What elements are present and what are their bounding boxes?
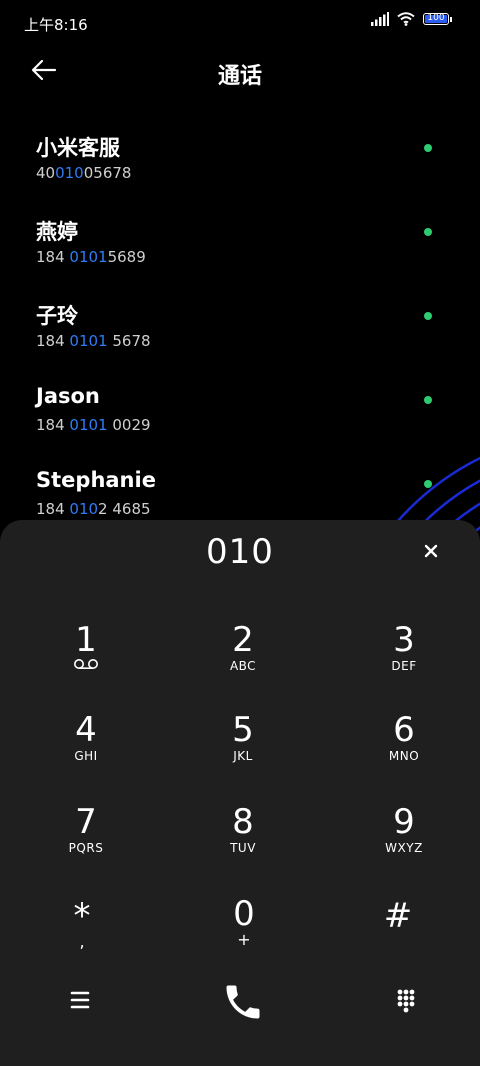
key-digit: 9: [393, 802, 415, 842]
battery-icon: 100: [423, 13, 452, 25]
contact-number: 184 0101 5678: [36, 332, 151, 350]
online-dot: [424, 396, 432, 404]
contact-number: 4001005678: [36, 164, 131, 182]
contact-number: 184 0101 0029: [36, 416, 151, 434]
contact-name: Jason: [36, 384, 100, 408]
number-match: 010: [69, 500, 99, 518]
key-digit: *: [73, 896, 91, 936]
battery-body: 100: [423, 13, 449, 25]
online-dot: [424, 480, 432, 488]
number-match: 0101: [69, 248, 108, 266]
page-title: 通话: [217, 64, 262, 89]
key-digit: 8: [232, 802, 254, 842]
key-digit: 2: [232, 620, 254, 660]
number-match: 0101: [69, 332, 108, 350]
key-hash[interactable]: #: [343, 896, 453, 976]
contact-item[interactable]: Jason 184 0101 0029: [0, 378, 480, 462]
key-letters: WXYZ: [385, 841, 423, 855]
dialpad-toggle-button[interactable]: [384, 978, 428, 1022]
key-3[interactable]: 3 DEF: [349, 620, 459, 700]
key-4[interactable]: 4 GHI: [31, 710, 141, 790]
wifi-icon: [397, 12, 415, 26]
call-button[interactable]: [221, 980, 265, 1024]
key-1[interactable]: 1: [31, 620, 141, 700]
clear-button[interactable]: [418, 538, 444, 564]
contact-name: Stephanie: [36, 468, 156, 492]
key-digit: 4: [75, 710, 97, 750]
key-letters: ABC: [229, 659, 257, 673]
key-digit: 6: [393, 710, 415, 750]
contact-item[interactable]: 燕婷 184 01015689: [0, 210, 480, 294]
number-prefix: 184: [36, 332, 70, 350]
number-suffix: 05678: [83, 164, 132, 182]
number-match: 0101: [69, 416, 108, 434]
dialpad-grid-icon: [397, 989, 415, 1013]
key-8[interactable]: 8 TUV: [188, 802, 298, 882]
key-digit: 7: [75, 802, 97, 842]
key-0[interactable]: 0 +: [189, 894, 299, 974]
status-bar: 上午8:16 100: [0, 0, 480, 44]
signal-icon: [371, 12, 389, 26]
contact-list: 小米客服 4001005678 燕婷 184 01015689 子玲 184 0…: [0, 126, 480, 546]
number-suffix: 2 4685: [98, 500, 151, 518]
key-6[interactable]: 6 MNO: [349, 710, 459, 790]
key-letters: MNO: [388, 749, 420, 763]
battery-text: 100: [427, 13, 445, 23]
contact-item[interactable]: 子玲 184 0101 5678: [0, 294, 480, 378]
online-dot: [424, 228, 432, 236]
close-icon: [424, 544, 438, 558]
key-star[interactable]: * ,: [27, 896, 137, 976]
status-time: 上午8:16: [24, 16, 88, 34]
number-suffix: 5678: [107, 332, 151, 350]
key-digit: #: [383, 896, 413, 936]
key-7[interactable]: 7 PQRS: [31, 802, 141, 882]
key-letters: GHI: [74, 749, 98, 763]
number-match: 010: [55, 164, 84, 182]
dialpad: 010 1 2 ABC 3 DEF 4 GHI 5 JKL 6 MNO 7 PQ…: [0, 520, 480, 1066]
online-dot: [424, 144, 432, 152]
menu-button[interactable]: [58, 978, 102, 1022]
number-suffix: 5689: [107, 248, 146, 266]
key-letters: DEF: [391, 659, 417, 673]
key-letters: JKL: [233, 749, 253, 763]
key-5[interactable]: 5 JKL: [188, 710, 298, 790]
contact-number: 184 0102 4685: [36, 500, 151, 518]
key-letters: ,: [79, 932, 85, 951]
key-digit: 1: [75, 620, 97, 660]
key-letters: PQRS: [68, 841, 104, 855]
header: 通话: [0, 48, 480, 96]
phone-icon: [226, 985, 260, 1019]
contact-name: 燕婷: [36, 220, 78, 244]
menu-icon: [70, 991, 90, 1009]
key-digit: 3: [393, 620, 415, 660]
battery-nub: [450, 16, 452, 22]
key-letters: +: [237, 930, 251, 949]
number-prefix: 184: [36, 248, 70, 266]
online-dot: [424, 312, 432, 320]
key-letters: TUV: [230, 841, 256, 855]
key-9[interactable]: 9 WXYZ: [349, 802, 459, 882]
contact-item[interactable]: 小米客服 4001005678: [0, 126, 480, 210]
number-prefix: 184: [36, 500, 70, 518]
number-suffix: 0029: [107, 416, 151, 434]
number-prefix: 40: [36, 164, 56, 182]
status-icons: 100: [371, 12, 452, 26]
number-prefix: 184: [36, 416, 70, 434]
contact-name: 子玲: [36, 304, 78, 328]
key-2[interactable]: 2 ABC: [188, 620, 298, 700]
dialed-number[interactable]: 010: [0, 532, 480, 572]
key-digit: 0: [233, 894, 255, 934]
key-digit: 5: [232, 710, 254, 750]
contact-name: 小米客服: [36, 136, 120, 160]
contact-number: 184 01015689: [36, 248, 146, 266]
